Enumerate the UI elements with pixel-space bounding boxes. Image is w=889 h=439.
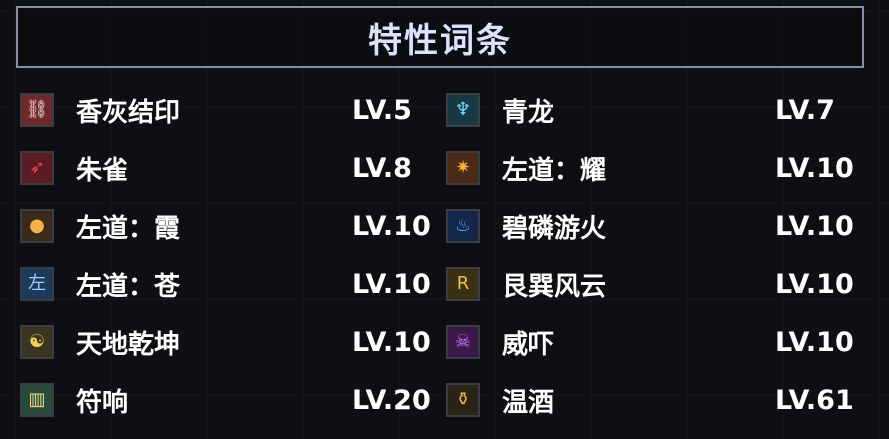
trait-level: LV.8: [352, 152, 412, 184]
cang-rune-icon: 左: [20, 267, 54, 301]
trait-level: LV.20: [352, 384, 431, 416]
trait-name: 香灰结印: [76, 97, 181, 128]
flame-orb-icon: ●: [20, 209, 54, 243]
trait-row[interactable]: ✷ 左道：耀 LV.10: [446, 140, 854, 196]
trait-level: LV.61: [775, 384, 854, 416]
azure-dragon-icon: ♆: [446, 93, 480, 127]
trait-name: 艮巽风云: [502, 271, 607, 302]
trait-row[interactable]: ➶ 朱雀 LV.8: [20, 140, 412, 196]
trait-row[interactable]: R 艮巽风云 LV.10: [446, 256, 854, 312]
trait-row[interactable]: ☠ 威吓 LV.10: [446, 314, 854, 370]
trait-row[interactable]: ⛓ 香灰结印 LV.5: [20, 82, 412, 138]
trait-name: 左道：耀: [502, 155, 607, 186]
trait-level: LV.10: [352, 268, 431, 300]
talisman-chime-icon: ▥: [20, 383, 54, 417]
heaven-earth-icon: ☯: [20, 325, 54, 359]
page-title: 特性词条: [368, 20, 512, 61]
trait-level: LV.10: [775, 210, 854, 242]
trait-row[interactable]: 左 左道：苍 LV.10: [20, 256, 431, 312]
title-bar: 特性词条: [16, 6, 864, 68]
trait-level: LV.5: [352, 94, 412, 126]
trait-row[interactable]: ▥ 符响 LV.20: [20, 372, 431, 428]
trait-name: 左道：苍: [76, 271, 181, 302]
trait-name: 威吓: [502, 329, 555, 360]
trait-row[interactable]: ☯ 天地乾坤 LV.10: [20, 314, 431, 370]
trait-level: LV.10: [775, 268, 854, 300]
trait-row[interactable]: ♨ 碧磷游火 LV.10: [446, 198, 854, 254]
trait-level: LV.10: [352, 326, 431, 358]
trait-name: 朱雀: [76, 155, 129, 186]
trait-row[interactable]: ⚱ 温酒 LV.61: [446, 372, 854, 428]
skull-intimidate-icon: ☠: [446, 325, 480, 359]
incense-ash-seal-icon: ⛓: [20, 93, 54, 127]
trait-level: LV.10: [352, 210, 431, 242]
trait-row[interactable]: ● 左道：霞 LV.10: [20, 198, 431, 254]
trait-name: 青龙: [502, 97, 555, 128]
trait-name: 天地乾坤: [76, 329, 181, 360]
trait-name: 左道：霞: [76, 213, 181, 244]
gen-xun-rune-icon: R: [446, 267, 480, 301]
trait-name: 符响: [76, 387, 129, 418]
trait-level: LV.10: [775, 326, 854, 358]
vermilion-bird-icon: ➶: [20, 151, 54, 185]
trait-name: 碧磷游火: [502, 213, 607, 244]
warm-wine-icon: ⚱: [446, 383, 480, 417]
trait-level: LV.7: [775, 94, 835, 126]
trait-row[interactable]: ♆ 青龙 LV.7: [446, 82, 835, 138]
trait-level: LV.10: [775, 152, 854, 184]
trait-name: 温酒: [502, 387, 555, 418]
radiant-burst-icon: ✷: [446, 151, 480, 185]
blue-will-o-wisp-icon: ♨: [446, 209, 480, 243]
